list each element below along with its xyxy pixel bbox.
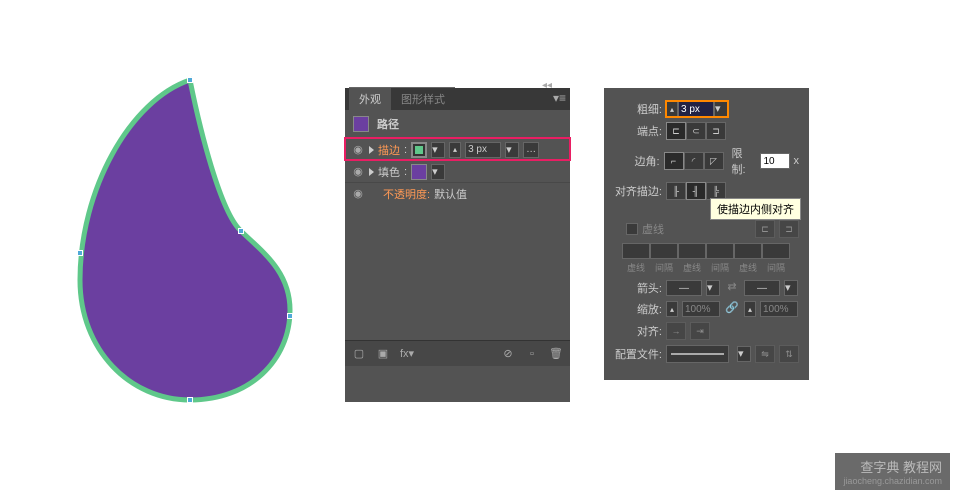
cap-butt-button[interactable]: ⊏ <box>666 122 686 140</box>
stroke-weight-input[interactable] <box>465 142 501 158</box>
fx-icon[interactable]: fx▾ <box>399 346 415 362</box>
stroke-options-button[interactable]: … <box>523 142 539 158</box>
selected-path[interactable] <box>70 70 280 390</box>
trash-icon[interactable]: 🗑 <box>548 346 564 362</box>
new-stroke-icon[interactable]: ▢ <box>351 346 367 362</box>
panel-footer: ▢ ▣ fx▾ ⊘ ▫ 🗑 <box>345 340 570 366</box>
collapse-icon[interactable]: ◂◂ <box>542 80 552 91</box>
corner-bevel-button[interactable]: ◸ <box>704 152 724 170</box>
path-thumbnail <box>353 116 369 132</box>
arrow-align-extend-button[interactable]: → <box>666 322 686 340</box>
opacity-row[interactable]: ◉ 不透明度: 默认值 <box>345 182 570 204</box>
stroke-row[interactable]: ◉ 描边: ▾ ▴ ▾ … <box>345 138 570 160</box>
arrow-end-dd-btn[interactable]: ▾ <box>784 280 798 296</box>
visibility-icon[interactable]: ◉ <box>351 143 365 156</box>
cap-label: 端点: <box>604 123 662 139</box>
flip-along-button[interactable]: ⇋ <box>755 345 775 363</box>
fill-row[interactable]: ◉ 填色: ▾ <box>345 160 570 182</box>
appearance-panel: ◂◂ 外观 图形样式 ▾≡ 路径 ◉ 描边: ▾ ▴ ▾ … ◉ 填色: ▾ <box>345 88 570 402</box>
dashed-label: 虚线 <box>642 221 664 237</box>
corner-label: 边角: <box>604 153 660 169</box>
align-arrow-label: 对齐: <box>604 323 662 339</box>
new-fill-icon[interactable]: ▣ <box>375 346 391 362</box>
stroke-color-swatch[interactable] <box>411 142 427 158</box>
profile-dropdown[interactable] <box>666 345 729 363</box>
fill-label: 填色 <box>378 164 400 180</box>
expand-icon[interactable] <box>369 168 374 176</box>
gap-input[interactable] <box>650 243 678 259</box>
corner-buttons: ⌐ ◜ ◸ <box>664 152 724 170</box>
clear-icon[interactable]: ⊘ <box>500 346 516 362</box>
stroke-panel: 粗细: ▴ ▾ 端点: ⊏ ⊂ ⊐ 边角: ⌐ ◜ ◸ 限制: x 对齐描边: … <box>604 88 809 380</box>
dash-align-button[interactable]: ⊐ <box>779 220 799 238</box>
canvas[interactable] <box>70 70 320 410</box>
cap-buttons: ⊏ ⊂ ⊐ <box>666 122 726 140</box>
dash-input[interactable] <box>622 243 650 259</box>
scale-start-input[interactable] <box>682 301 720 317</box>
tooltip: 使描边内侧对齐 <box>710 198 801 220</box>
duplicate-icon[interactable]: ▫ <box>524 346 540 362</box>
limit-unit: x <box>794 155 800 167</box>
stroke-label[interactable]: 描边 <box>378 142 400 158</box>
flip-across-button[interactable]: ⇅ <box>779 345 799 363</box>
align-center-button[interactable]: ╟ <box>666 182 686 200</box>
dashed-checkbox[interactable] <box>626 223 638 235</box>
scale-label: 缩放: <box>604 301 662 317</box>
tab-appearance[interactable]: 外观 <box>349 87 391 110</box>
dash-inputs <box>622 243 799 259</box>
arrow-start-dropdown[interactable]: — <box>666 280 702 296</box>
expand-icon[interactable] <box>369 146 374 154</box>
align-stroke-label: 对齐描边: <box>604 183 662 199</box>
scale-start-step[interactable]: ▴ <box>666 301 678 317</box>
dash-input[interactable] <box>734 243 762 259</box>
path-header: 路径 <box>345 110 570 138</box>
limit-label: 限制: <box>732 145 756 177</box>
profile-label: 配置文件: <box>604 346 662 362</box>
panel-tabs: ◂◂ 外观 图形样式 ▾≡ <box>345 88 570 110</box>
profile-dd-btn[interactable]: ▾ <box>737 346 751 362</box>
dash-preserve-button[interactable]: ⊏ <box>755 220 775 238</box>
panel-menu-icon[interactable]: ▾≡ <box>553 91 566 105</box>
tab-graphic-styles[interactable]: 图形样式 <box>391 87 455 110</box>
cap-projecting-button[interactable]: ⊐ <box>706 122 726 140</box>
opacity-value: 默认值 <box>434 186 467 202</box>
arrow-start-dd-btn[interactable]: ▾ <box>706 280 720 296</box>
stroke-color-dropdown[interactable]: ▾ <box>431 142 445 158</box>
stroke-weight-stepper[interactable]: ▴ <box>449 142 461 158</box>
weight-input[interactable] <box>678 101 714 117</box>
link-scale-icon[interactable]: 🔗 <box>724 301 740 317</box>
fill-color-dropdown[interactable]: ▾ <box>431 164 445 180</box>
visibility-icon[interactable]: ◉ <box>351 165 365 178</box>
corner-miter-button[interactable]: ⌐ <box>664 152 684 170</box>
scale-end-input[interactable] <box>760 301 798 317</box>
limit-input[interactable] <box>760 153 790 169</box>
cap-round-button[interactable]: ⊂ <box>686 122 706 140</box>
fill-color-swatch[interactable] <box>411 164 427 180</box>
gap-input[interactable] <box>706 243 734 259</box>
arrow-align-tip-button[interactable]: ⇥ <box>690 322 710 340</box>
corner-round-button[interactable]: ◜ <box>684 152 704 170</box>
swap-arrows-icon[interactable]: ⇄ <box>724 280 740 296</box>
weight-stepper[interactable]: ▴ ▾ <box>666 101 728 117</box>
dash-input[interactable] <box>678 243 706 259</box>
path-label: 路径 <box>377 116 399 132</box>
arrow-end-dropdown[interactable]: — <box>744 280 780 296</box>
stroke-weight-dropdown[interactable]: ▾ <box>505 142 519 158</box>
watermark: 查字典 教程网 jiaocheng.chazidian.com <box>835 453 950 490</box>
visibility-icon[interactable]: ◉ <box>351 187 365 200</box>
opacity-label[interactable]: 不透明度: <box>383 186 430 202</box>
gap-input[interactable] <box>762 243 790 259</box>
weight-label: 粗细: <box>604 101 662 117</box>
align-inside-button[interactable]: ╢ <box>686 182 706 200</box>
scale-end-step[interactable]: ▴ <box>744 301 756 317</box>
arrow-label: 箭头: <box>604 280 662 296</box>
